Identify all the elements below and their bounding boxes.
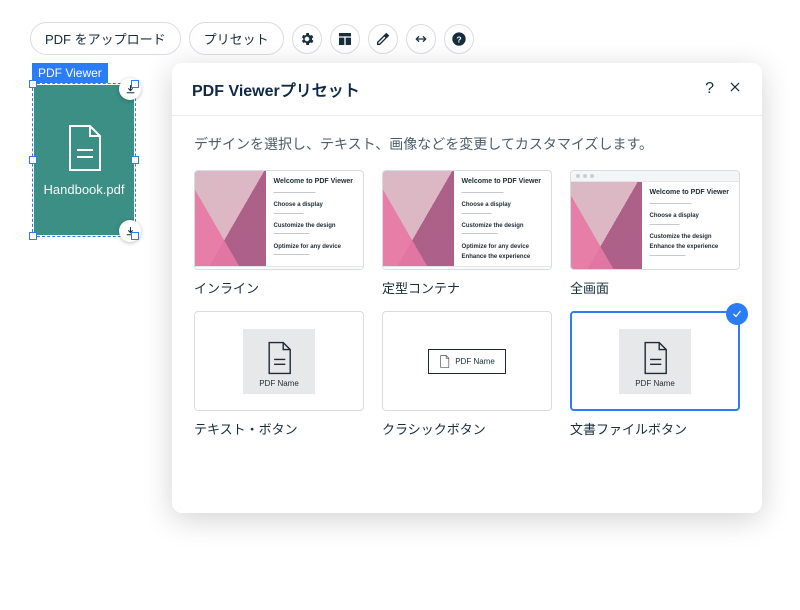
widget-type-label: PDF Viewer bbox=[32, 63, 108, 83]
presets-panel: PDF Viewerプリセット ? デザインを選択し、テキスト、画像などを変更し… bbox=[172, 63, 762, 513]
panel-help-button[interactable]: ? bbox=[705, 80, 714, 98]
help-icon: ? bbox=[451, 31, 467, 47]
preview-heading: Welcome to PDF Viewer bbox=[650, 188, 733, 198]
preset-label: インライン bbox=[194, 278, 364, 297]
selected-check-icon bbox=[726, 303, 748, 325]
widget-body[interactable]: Handbook.pdf bbox=[34, 85, 134, 235]
close-icon bbox=[728, 80, 742, 94]
preview-pdfname: PDF Name bbox=[635, 379, 675, 388]
upload-pdf-button[interactable]: PDF をアップロード bbox=[30, 22, 181, 55]
panel-close-button[interactable] bbox=[728, 80, 742, 99]
file-icon bbox=[641, 341, 669, 375]
help-button[interactable]: ? bbox=[444, 24, 474, 54]
stretch-icon bbox=[413, 31, 429, 47]
panel-title: PDF Viewerプリセット bbox=[192, 77, 360, 101]
preset-label: 定型コンテナ bbox=[382, 278, 552, 297]
widget-filename: Handbook.pdf bbox=[44, 182, 125, 197]
settings-button[interactable] bbox=[292, 24, 322, 54]
preset-label: テキスト・ボタン bbox=[194, 419, 364, 438]
file-icon bbox=[265, 341, 293, 375]
stretch-button[interactable] bbox=[406, 24, 436, 54]
preset-option-inline[interactable]: Welcome to PDF Viewer ——————— Choose a d… bbox=[194, 170, 364, 297]
layout-button[interactable] bbox=[330, 24, 360, 54]
preset-option-classic-button[interactable]: PDF Name クラシックボタン bbox=[382, 311, 552, 438]
preset-label: クラシックボタン bbox=[382, 419, 552, 438]
editor-toolbar: PDF をアップロード プリセット ? bbox=[30, 22, 474, 55]
preview-classic-button: PDF Name bbox=[428, 349, 506, 374]
panel-description: デザインを選択し、テキスト、画像などを変更してカスタマイズします。 bbox=[194, 134, 740, 154]
brush-icon bbox=[375, 31, 391, 47]
pdf-viewer-widget[interactable]: PDF Viewer Handbook.pdf bbox=[32, 63, 136, 237]
preset-option-container[interactable]: Welcome to PDF Viewer ——————— Choose a d… bbox=[382, 170, 552, 297]
preset-grid: Welcome to PDF Viewer ——————— Choose a d… bbox=[194, 170, 740, 438]
layout-icon bbox=[337, 31, 353, 47]
svg-text:?: ? bbox=[456, 34, 461, 44]
file-icon bbox=[64, 124, 104, 172]
gear-icon bbox=[299, 31, 315, 47]
presets-button[interactable]: プリセット bbox=[189, 22, 284, 55]
preview-heading: Welcome to PDF Viewer bbox=[462, 177, 545, 187]
preview-heading: Welcome to PDF Viewer bbox=[274, 177, 357, 187]
preview-pdfname: PDF Name bbox=[259, 379, 299, 388]
preset-option-text-button[interactable]: PDF Name テキスト・ボタン bbox=[194, 311, 364, 438]
preset-label: 文書ファイルボタン bbox=[570, 419, 740, 438]
preset-option-fullscreen[interactable]: Welcome to PDF Viewer ——————— Choose a d… bbox=[570, 170, 740, 297]
panel-header: PDF Viewerプリセット ? bbox=[172, 63, 762, 116]
preset-label: 全画面 bbox=[570, 278, 740, 297]
preset-option-doc-button[interactable]: PDF Name 文書ファイルボタン bbox=[570, 311, 740, 438]
design-button[interactable] bbox=[368, 24, 398, 54]
